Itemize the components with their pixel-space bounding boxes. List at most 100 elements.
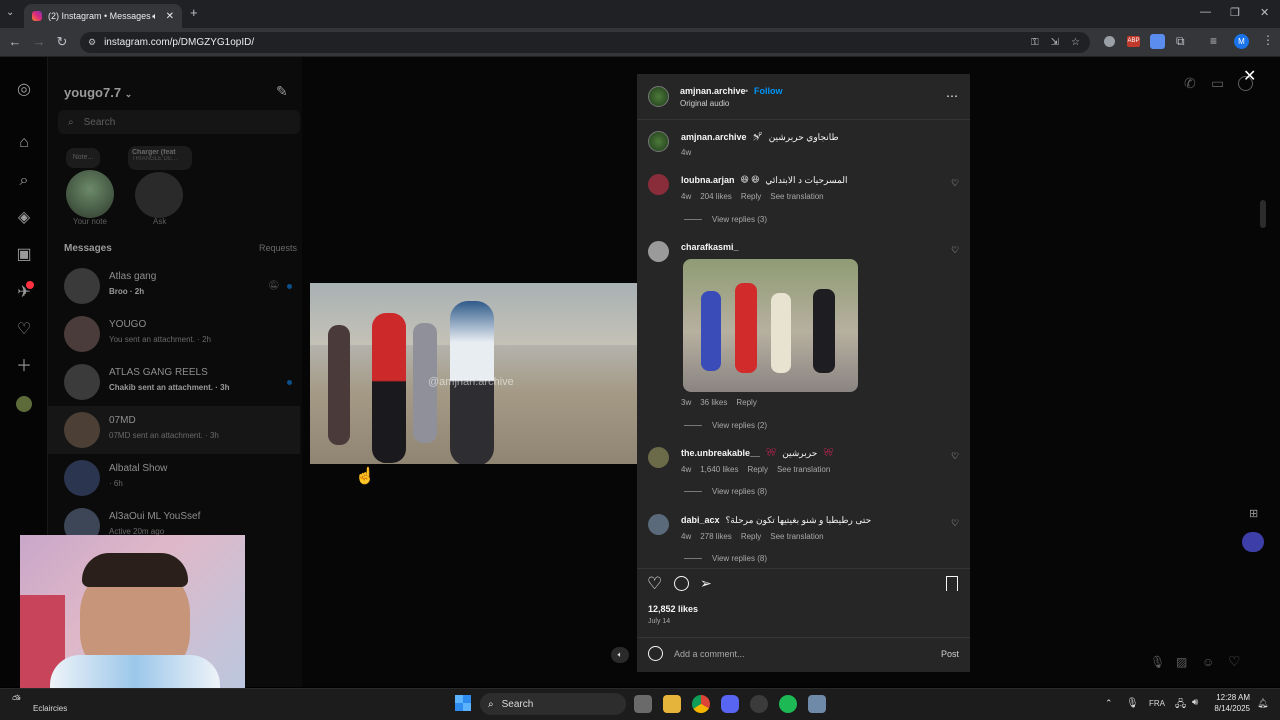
weather-icon[interactable]: ⛅︎ [12,694,21,707]
search-input[interactable]: ⌕ Search [58,110,300,134]
maximize-icon[interactable]: ❐ [1230,6,1240,19]
likes-count[interactable]: 12,852 likes [648,604,698,614]
comment-likes[interactable]: 204 likes [700,192,732,201]
comment-like-icon[interactable]: ♡ [951,178,959,189]
chrome-icon[interactable] [692,695,710,713]
site-info-icon[interactable]: ⚙ [88,37,96,48]
reload-icon[interactable]: ↻ [53,33,71,51]
requests-link[interactable]: Requests [259,243,297,253]
see-translation-button[interactable]: See translation [770,532,823,541]
comment-username[interactable]: dabi_acx [681,515,720,526]
dm-thread[interactable]: Atlas gang Broo · 2h 🔕︎ [48,262,300,310]
voice-clip-icon[interactable]: 🎙︎ [1150,655,1165,669]
network-icon[interactable]: 🖧︎ [1175,697,1186,714]
comment-username[interactable]: the.unbreakable__ [681,448,760,459]
minimize-icon[interactable]: — [1200,6,1211,18]
save-bookmark-icon[interactable] [946,576,958,591]
view-replies-button[interactable]: View replies (8) [684,554,767,563]
assistant-bubble-icon[interactable] [1242,532,1264,552]
comment-like-icon[interactable]: ♡ [951,451,959,462]
see-translation-button[interactable]: See translation [777,465,830,474]
apps-grid-icon[interactable]: ⊞ [1249,507,1258,520]
view-replies-button[interactable]: View replies (2) [684,421,767,430]
input-language[interactable]: FRA [1149,699,1165,708]
extensions-puzzle-icon[interactable]: ⧉ [1176,34,1185,49]
comment-likes[interactable]: 278 likes [700,532,732,541]
author-avatar[interactable] [648,86,669,107]
account-username[interactable]: yougo7.7 ⌄ [64,85,132,100]
emoji-picker-icon[interactable] [648,646,663,661]
instagram-logo-icon[interactable]: ◎ [14,80,34,100]
browser-tab[interactable]: (2) Instagram • Messages 🔈︎ ✕ [24,4,182,28]
file-explorer-icon[interactable] [663,695,681,713]
comment-bubble-icon[interactable] [674,576,689,591]
browser-menu-icon[interactable]: ⋮ [1262,33,1274,47]
ask-note-avatar[interactable] [135,172,183,218]
gallery-icon[interactable]: ▨ [1176,655,1187,669]
reels-icon[interactable]: ▣ [14,245,34,265]
notifications-heart-icon[interactable]: ♡ [14,320,34,340]
like-heart-icon[interactable]: ♡ [1228,653,1241,670]
reply-button[interactable]: Reply [736,398,756,407]
post-comment-button[interactable]: Post [941,649,959,659]
home-icon[interactable]: ⌂ [14,133,34,153]
tab-mute-icon[interactable]: 🔈︎ [152,11,157,22]
caption-username[interactable]: amjnan.archive [681,132,747,143]
bookmark-star-icon[interactable]: ☆ [1071,37,1080,48]
explore-compass-icon[interactable]: ◈ [14,208,34,228]
reel-video[interactable]: @amjnan.archive [310,283,637,464]
forward-icon[interactable]: → [30,33,48,51]
comment-username[interactable]: loubna.arjan [681,175,735,186]
address-bar[interactable]: ⚙ instagram.com/p/DMGZYG1opID/ ⚿ ⇲ ☆ [80,32,1090,53]
tab-close-icon[interactable]: ✕ [166,11,174,22]
phone-call-icon[interactable]: ✆ [1184,75,1196,92]
back-icon[interactable]: ← [6,33,24,51]
avatar[interactable] [648,447,669,468]
translate-extension-icon[interactable] [1150,34,1165,49]
comment-input[interactable]: Add a comment... [674,649,745,659]
taskbar-clock[interactable]: 12:28 AM 8/14/2025 [1214,693,1250,713]
your-note-avatar[interactable] [66,170,114,218]
weather-label[interactable]: Eclaircies [33,704,67,713]
follow-button[interactable]: Follow [754,86,783,96]
reply-button[interactable]: Reply [741,192,761,201]
password-key-icon[interactable]: ⚿ [1031,37,1039,48]
taskbar-search[interactable]: ⌕ Search [480,693,626,715]
dm-thread[interactable]: ATLAS GANG REELS Chakib sent an attachme… [48,358,300,406]
create-plus-icon[interactable]: ＋ [14,357,34,377]
new-message-icon[interactable]: ✎ [276,83,288,100]
avatar[interactable] [648,241,669,262]
dm-thread[interactable]: YOUGO You sent an attachment. · 2h [48,310,300,358]
volume-icon[interactable]: 🔊︎ [1192,697,1198,708]
profile-avatar[interactable]: M [1234,34,1249,49]
window-close-icon[interactable]: ✕ [1260,6,1269,19]
discord-icon[interactable] [721,695,739,713]
post-author[interactable]: amjnan.archive [680,86,746,96]
spotify-icon[interactable] [779,695,797,713]
comment-likes[interactable]: 1,640 likes [700,465,738,474]
scrollbar-thumb[interactable] [1260,200,1266,228]
extension-icon[interactable] [1104,36,1115,47]
comment-gif-image[interactable] [683,259,858,392]
audio-volume-icon[interactable]: 🔈︎ [611,647,629,663]
share-send-icon[interactable]: ➢ [700,575,712,592]
tab-search-icon[interactable]: ⌄ [6,7,14,18]
comment-username[interactable]: charafkasmi_ [681,242,739,252]
search-icon[interactable]: ⌕ [14,171,34,191]
sticker-icon[interactable]: ☺ [1202,655,1214,669]
view-replies-button[interactable]: View replies (8) [684,487,767,496]
task-view-icon[interactable] [634,695,652,713]
notification-bell-icon[interactable]: 🔔︎ [1257,698,1268,709]
avatar[interactable] [648,131,669,152]
reply-button[interactable]: Reply [741,532,761,541]
comment-like-icon[interactable]: ♡ [951,245,959,256]
new-tab-icon[interactable]: + [190,5,198,20]
comment-likes[interactable]: 36 likes [700,398,727,407]
dm-thread-selected[interactable]: 07MD 07MD sent an attachment. · 3h [48,406,300,454]
obs-icon[interactable] [750,695,768,713]
close-modal-icon[interactable]: ✕ [1243,66,1256,86]
profile-avatar-icon[interactable] [16,396,32,412]
avatar[interactable] [648,174,669,195]
install-app-icon[interactable]: ⇲ [1051,37,1059,48]
music-note-bubble[interactable]: Charger (feat TRIANGLE DE... [128,146,192,170]
